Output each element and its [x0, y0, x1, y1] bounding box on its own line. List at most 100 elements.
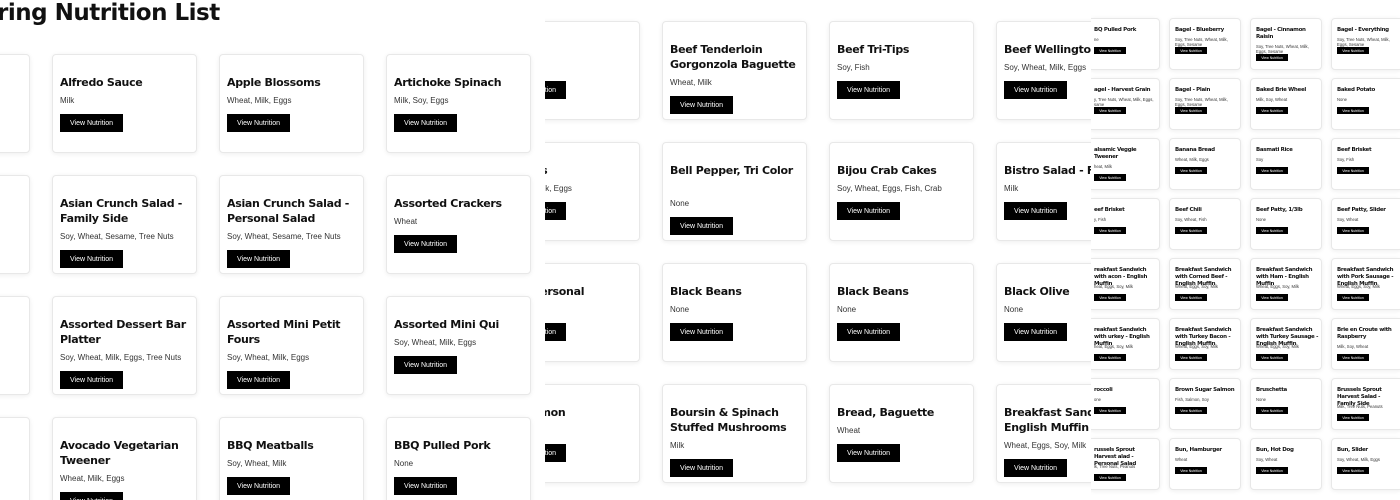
view-nutrition-button[interactable]: View Nutrition [837, 81, 900, 99]
view-nutrition-button[interactable]: View Nutrition [227, 250, 290, 268]
view-nutrition-button[interactable]: View Nutrition [545, 444, 566, 462]
view-nutrition-button[interactable]: View Nutrition [1094, 107, 1126, 114]
view-nutrition-button[interactable]: View Nutrition [60, 250, 123, 268]
nutrition-card: Breakfast Sandwich with Ham - English Mu… [1250, 258, 1322, 310]
card-allergens: None [1256, 397, 1267, 402]
card-allergens: Milk, Tree Nuts, Peanuts [1337, 404, 1383, 409]
view-nutrition-button[interactable]: View Nutrition [394, 235, 457, 253]
card-title: Breakfast Sandwi English Muffin [1004, 406, 1091, 434]
view-nutrition-button[interactable]: View Nutrition [1175, 227, 1207, 234]
card-allergens: Wheat [394, 217, 418, 226]
view-nutrition-button[interactable]: View Nutrition [545, 81, 566, 99]
view-nutrition-button[interactable]: View Nutrition [1175, 467, 1207, 474]
nutrition-card: Beef Chili Soy, Wheat, Fish View Nutrition [1169, 198, 1241, 250]
card-title: Bruschetta [1256, 387, 1287, 393]
view-nutrition-button[interactable]: View Nutrition [1175, 107, 1207, 114]
view-nutrition-button[interactable]: View Nutrition [1175, 294, 1207, 301]
view-nutrition-button[interactable]: View Nutrition [227, 114, 290, 132]
view-nutrition-button[interactable]: View Nutrition [1094, 227, 1126, 234]
view-nutrition-button[interactable]: View Nutrition [1094, 174, 1126, 181]
view-nutrition-button[interactable]: View Nutrition [1337, 414, 1369, 421]
card-title: Avocado Vegetarian Tweener [60, 439, 179, 467]
view-nutrition-button[interactable]: View Nutrition [1337, 467, 1369, 474]
view-nutrition-button[interactable]: View Nutrition [1337, 167, 1369, 174]
view-nutrition-button[interactable]: View Nutrition [670, 323, 733, 341]
view-nutrition-button[interactable]: View Nutrition [1004, 323, 1067, 341]
view-nutrition-button[interactable]: View Nutrition [1256, 354, 1288, 361]
card-allergens: Wheat, Milk, Eggs [227, 96, 292, 105]
card-allergens: Wheat [837, 426, 861, 435]
view-nutrition-button[interactable]: View Nutrition [1337, 107, 1369, 114]
view-nutrition-button[interactable]: View Nutrition [1256, 227, 1288, 234]
card-allergens: Soy, Wheat [1256, 457, 1278, 462]
view-nutrition-button[interactable]: View Nutrition [837, 202, 900, 220]
nutrition-card: Assorted Crackers Wheat View Nutrition [386, 175, 531, 274]
view-nutrition-button[interactable]: View Nutrition [1175, 354, 1207, 361]
view-nutrition-button[interactable]: View Nutrition [1094, 294, 1126, 301]
view-nutrition-button[interactable]: View Nutrition [1256, 467, 1288, 474]
view-nutrition-button[interactable]: View Nutrition [1337, 47, 1369, 54]
card-allergens: Soy [1256, 157, 1264, 162]
view-nutrition-button[interactable]: View Nutrition [1337, 227, 1369, 234]
view-nutrition-button[interactable]: View Nutrition [545, 202, 566, 220]
nutrition-card: lad - Personal View Nutrition [545, 263, 640, 362]
view-nutrition-button[interactable]: View Nutrition [670, 96, 733, 114]
card-title: l Cheese [0, 196, 25, 211]
card-allergens: Soy, Wheat [1337, 217, 1359, 222]
nutrition-card: Alfredo Sauce Milk View Nutrition [52, 54, 197, 153]
view-nutrition-button[interactable]: View Nutrition [1256, 407, 1288, 414]
nutrition-card: BQ Pulled Pork ne View Nutrition [1091, 18, 1160, 70]
view-nutrition-button[interactable]: View Nutrition [1337, 354, 1369, 361]
view-nutrition-button[interactable]: View Nutrition [1175, 47, 1207, 54]
view-nutrition-button[interactable]: View Nutrition [1256, 294, 1288, 301]
view-nutrition-button[interactable]: View Nutrition [394, 477, 457, 495]
view-nutrition-button[interactable]: View Nutrition [1094, 47, 1126, 54]
view-nutrition-button[interactable]: View Nutrition [1094, 354, 1126, 361]
card-title: eef Brisket [1094, 207, 1125, 213]
card-allergens: Milk [670, 441, 685, 450]
view-nutrition-button[interactable]: View Nutrition [1256, 54, 1288, 61]
card-title: Cubed Cheese [0, 317, 25, 332]
nutrition-card: Breakfast Sandwich with Pork Sausage - E… [1331, 258, 1400, 310]
nutrition-card: Waffles , Wheat, Milk, Eggs View Nutrition [545, 142, 640, 241]
view-nutrition-button[interactable]: View Nutrition [227, 477, 290, 495]
nutrition-card: Cubed CheeseView Nutrition [0, 296, 30, 395]
view-nutrition-button[interactable]: View Nutrition [1094, 407, 1126, 414]
card-allergens: Soy, Wheat, Milk, Eggs, Tree Nuts [60, 353, 182, 362]
view-nutrition-button[interactable]: View Nutrition [837, 444, 900, 462]
card-title: Baked Brie Wheel [1256, 87, 1306, 93]
view-nutrition-button[interactable]: View Nutrition [670, 217, 733, 235]
view-nutrition-button[interactable]: View Nutrition [1337, 294, 1369, 301]
view-nutrition-button[interactable]: View Nutrition [1256, 107, 1288, 114]
view-nutrition-button[interactable]: View Nutrition [1256, 167, 1288, 174]
card-title: BQ Pulled Pork [1094, 27, 1137, 33]
view-nutrition-button[interactable]: View Nutrition [60, 492, 123, 500]
view-nutrition-button[interactable]: View Nutrition [60, 371, 123, 389]
view-nutrition-button[interactable]: View Nutrition [394, 356, 457, 374]
card-title: Boursin & Spinach Stuffed Mushrooms [670, 406, 787, 434]
nutrition-card: Bijou Crab Cakes Soy, Wheat, Eggs, Fish, … [829, 142, 974, 241]
view-nutrition-button[interactable]: View Nutrition [837, 323, 900, 341]
view-nutrition-button[interactable]: View Nutrition [1175, 167, 1207, 174]
view-nutrition-button[interactable]: View Nutrition [1094, 474, 1126, 481]
view-nutrition-button[interactable]: View Nutrition [670, 459, 733, 477]
nutrition-card: Bun, Hot Dog Soy, Wheat View Nutrition [1250, 438, 1322, 490]
view-nutrition-button[interactable]: View Nutrition [394, 114, 457, 132]
card-allergens: Wheat, Milk, Eggs [60, 474, 125, 483]
view-nutrition-button[interactable]: View Nutrition [1004, 81, 1067, 99]
view-nutrition-button[interactable]: View Nutrition [227, 371, 290, 389]
view-nutrition-button[interactable]: View Nutrition [1004, 202, 1067, 220]
nutrition-card: Breakfast Sandwich with Turkey Bacon - E… [1169, 318, 1241, 370]
nutrition-card: BBQ Pulled Pork None View Nutrition [386, 417, 531, 500]
card-title: Asian Crunch Salad - Family Side [60, 197, 183, 225]
view-nutrition-button[interactable]: View Nutrition [1004, 459, 1067, 477]
nutrition-card: Apple Blossoms Wheat, Milk, Eggs View Nutr… [219, 54, 364, 153]
view-nutrition-button[interactable]: View Nutrition [1175, 407, 1207, 414]
view-nutrition-button[interactable]: View Nutrition [60, 114, 123, 132]
view-nutrition-button[interactable]: View Nutrition [545, 323, 566, 341]
card-title: BBQ Pulled Pork [394, 439, 491, 452]
card-allergens: y, Tree Nuts, Wheat, Milk, Eggs, same [1094, 97, 1154, 107]
nutrition-card: Bagel - Cinnamon Raisin Soy, Tree Nuts, W… [1250, 18, 1322, 70]
card-title: Bun, Hamburger [1175, 447, 1222, 453]
card-allergens: Fish, Salmon, Soy [1175, 397, 1209, 402]
